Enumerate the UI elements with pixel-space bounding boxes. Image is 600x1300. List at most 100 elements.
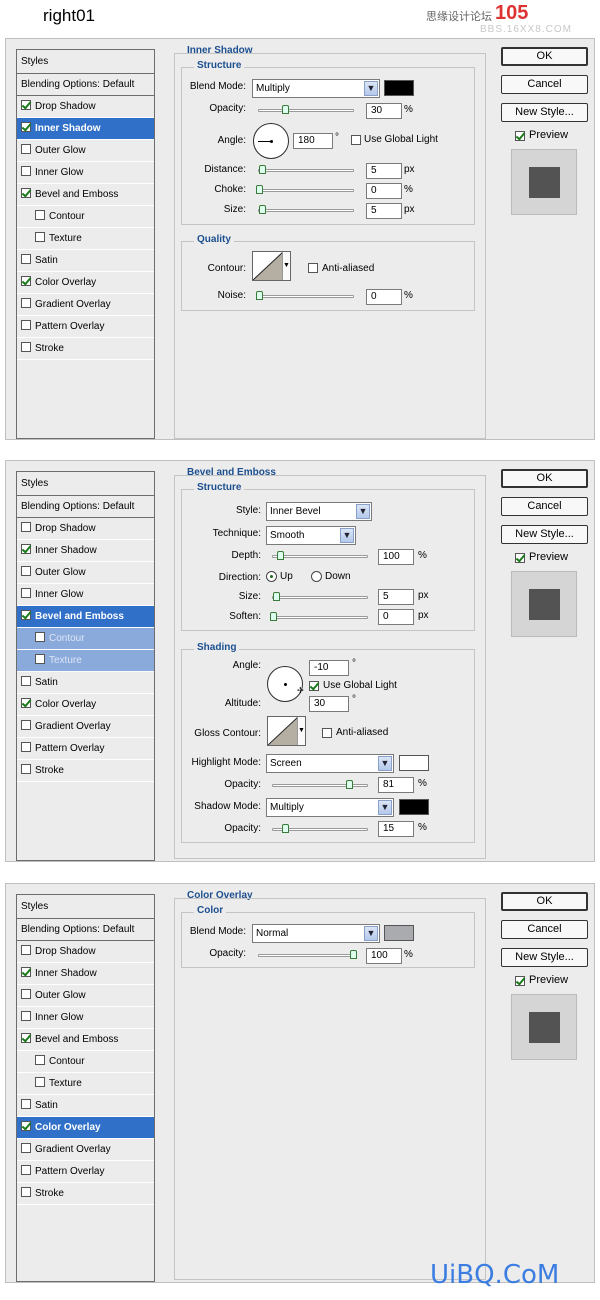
blend-mode-select[interactable]: Multiply ▼	[252, 79, 380, 98]
altitude-field[interactable]: 30	[309, 696, 349, 712]
opacity-slider[interactable]	[258, 109, 354, 112]
ok-button[interactable]: OK	[501, 47, 588, 66]
style-item-inner-glow[interactable]: Inner Glow	[17, 1007, 154, 1029]
anti-aliased-checkbox[interactable]	[322, 728, 332, 738]
gloss-contour-picker[interactable]: ▼	[267, 716, 306, 746]
style-checkbox[interactable]	[21, 720, 31, 731]
style-checkbox[interactable]	[21, 764, 31, 775]
style-checkbox[interactable]	[21, 566, 31, 577]
direction-up-radio[interactable]	[266, 571, 277, 582]
new-style-button[interactable]: New Style...	[501, 525, 588, 544]
blend-mode-select[interactable]: Normal ▼	[252, 924, 380, 943]
style-item-bevel-and-emboss[interactable]: Bevel and Emboss	[17, 606, 154, 628]
angle-field[interactable]: 180	[293, 133, 333, 149]
distance-field[interactable]: 5	[366, 163, 402, 179]
style-checkbox[interactable]	[21, 967, 31, 978]
cancel-button[interactable]: Cancel	[501, 75, 588, 94]
style-checkbox[interactable]	[21, 298, 31, 309]
style-item-satin[interactable]: Satin	[17, 250, 154, 272]
style-item-gradient-overlay[interactable]: Gradient Overlay	[17, 716, 154, 738]
choke-slider-knob[interactable]	[256, 185, 263, 194]
shadow-opacity-knob[interactable]	[282, 824, 289, 833]
style-checkbox[interactable]	[35, 210, 45, 221]
style-select[interactable]: Inner Bevel ▼	[266, 502, 372, 521]
style-checkbox[interactable]	[21, 188, 31, 199]
highlight-opacity-field[interactable]: 81	[378, 777, 414, 793]
style-checkbox[interactable]	[21, 698, 31, 709]
blend-color-swatch[interactable]	[384, 925, 414, 941]
contour-picker[interactable]: ▼	[252, 251, 291, 281]
style-item-texture[interactable]: Texture	[17, 1073, 154, 1095]
depth-field[interactable]: 100	[378, 549, 414, 565]
styles-header[interactable]: Styles	[17, 895, 154, 919]
size-field[interactable]: 5	[378, 589, 414, 605]
use-global-light-checkbox[interactable]	[309, 681, 319, 691]
preview-checkbox[interactable]	[515, 976, 525, 986]
style-checkbox[interactable]	[21, 676, 31, 687]
highlight-mode-select[interactable]: Screen ▼	[266, 754, 394, 773]
style-item-gradient-overlay[interactable]: Gradient Overlay	[17, 294, 154, 316]
choke-slider[interactable]	[258, 189, 354, 192]
ok-button[interactable]: OK	[501, 892, 588, 911]
style-item-drop-shadow[interactable]: Drop Shadow	[17, 96, 154, 118]
style-checkbox[interactable]	[21, 1011, 31, 1022]
style-item-pattern-overlay[interactable]: Pattern Overlay	[17, 1161, 154, 1183]
blending-options-item[interactable]: Blending Options: Default	[17, 496, 154, 518]
style-checkbox[interactable]	[21, 588, 31, 599]
style-item-inner-glow[interactable]: Inner Glow	[17, 584, 154, 606]
size-slider[interactable]	[258, 209, 354, 212]
shadow-mode-select[interactable]: Multiply ▼	[266, 798, 394, 817]
style-checkbox[interactable]	[21, 945, 31, 956]
style-checkbox[interactable]	[35, 632, 45, 643]
style-checkbox[interactable]	[21, 1187, 31, 1198]
style-checkbox[interactable]	[21, 1033, 31, 1044]
style-checkbox[interactable]	[21, 100, 31, 111]
opacity-slider-knob[interactable]	[282, 105, 289, 114]
style-checkbox[interactable]	[21, 166, 31, 177]
style-item-satin[interactable]: Satin	[17, 672, 154, 694]
depth-slider-knob[interactable]	[277, 551, 284, 560]
style-checkbox[interactable]	[21, 1165, 31, 1176]
soften-field[interactable]: 0	[378, 609, 414, 625]
style-item-stroke[interactable]: Stroke	[17, 338, 154, 360]
style-checkbox[interactable]	[21, 610, 31, 621]
style-checkbox[interactable]	[21, 742, 31, 753]
blending-options-item[interactable]: Blending Options: Default	[17, 919, 154, 941]
highlight-opacity-knob[interactable]	[346, 780, 353, 789]
new-style-button[interactable]: New Style...	[501, 103, 588, 122]
style-item-color-overlay[interactable]: Color Overlay	[17, 694, 154, 716]
angle-dial[interactable]	[253, 123, 289, 159]
blend-color-swatch[interactable]	[384, 80, 414, 96]
size-slider-knob[interactable]	[273, 592, 280, 601]
style-item-outer-glow[interactable]: Outer Glow	[17, 140, 154, 162]
style-item-stroke[interactable]: Stroke	[17, 760, 154, 782]
new-style-button[interactable]: New Style...	[501, 948, 588, 967]
style-item-pattern-overlay[interactable]: Pattern Overlay	[17, 738, 154, 760]
distance-slider-knob[interactable]	[259, 165, 266, 174]
ok-button[interactable]: OK	[501, 469, 588, 488]
opacity-field[interactable]: 100	[366, 948, 402, 964]
use-global-light-checkbox[interactable]	[351, 135, 361, 145]
styles-header[interactable]: Styles	[17, 472, 154, 496]
style-item-inner-shadow[interactable]: Inner Shadow	[17, 118, 154, 140]
highlight-color-swatch[interactable]	[399, 755, 429, 771]
choke-field[interactable]: 0	[366, 183, 402, 199]
style-item-pattern-overlay[interactable]: Pattern Overlay	[17, 316, 154, 338]
style-checkbox[interactable]	[21, 1099, 31, 1110]
blending-options-item[interactable]: Blending Options: Default	[17, 74, 154, 96]
style-checkbox[interactable]	[35, 654, 45, 665]
direction-down-radio[interactable]	[311, 571, 322, 582]
style-item-bevel-and-emboss[interactable]: Bevel and Emboss	[17, 184, 154, 206]
style-checkbox[interactable]	[21, 544, 31, 555]
style-item-satin[interactable]: Satin	[17, 1095, 154, 1117]
style-item-inner-shadow[interactable]: Inner Shadow	[17, 963, 154, 985]
styles-header[interactable]: Styles	[17, 50, 154, 74]
angle-dial[interactable]: ✢	[267, 666, 304, 702]
depth-slider[interactable]	[272, 555, 368, 558]
soften-slider-knob[interactable]	[270, 612, 277, 621]
style-item-texture[interactable]: Texture	[17, 228, 154, 250]
style-checkbox[interactable]	[21, 989, 31, 1000]
cancel-button[interactable]: Cancel	[501, 920, 588, 939]
anti-aliased-checkbox[interactable]	[308, 263, 318, 273]
cancel-button[interactable]: Cancel	[501, 497, 588, 516]
